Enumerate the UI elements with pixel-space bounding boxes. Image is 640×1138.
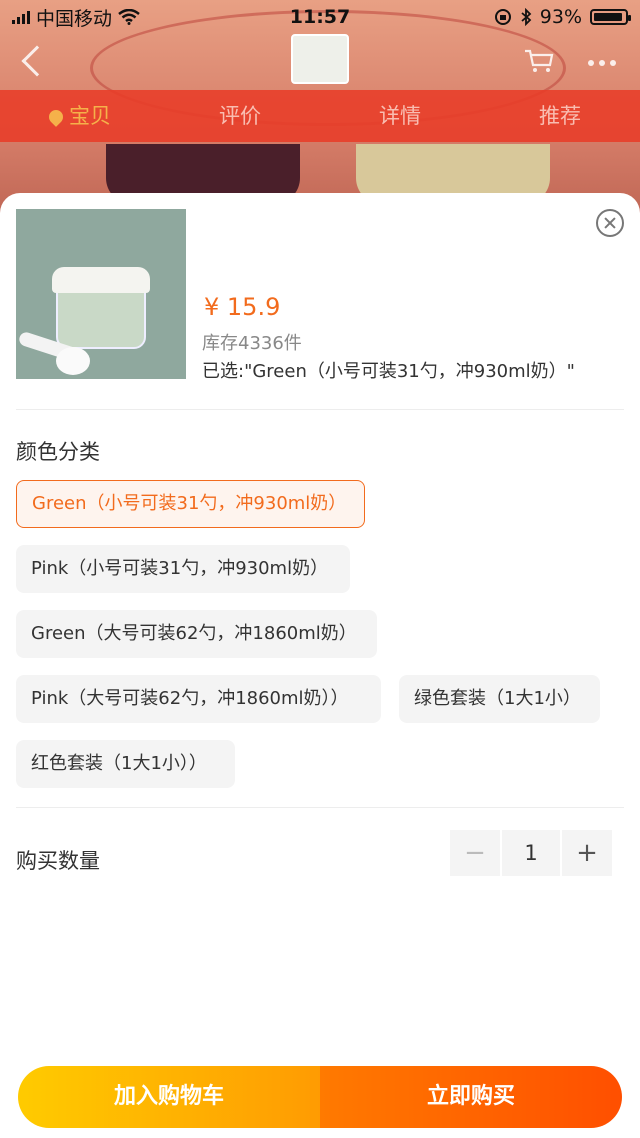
action-buttons: 加入购物车 立即购买	[18, 1066, 622, 1128]
option-pink-small[interactable]: Pink（小号可装31勺，冲930ml奶）	[16, 545, 350, 593]
nav-bar	[0, 34, 640, 90]
decrease-button[interactable]: −	[450, 830, 500, 876]
status-bar: 中国移动 11:57 93%	[0, 0, 640, 34]
battery-icon	[590, 9, 631, 25]
option-green-set[interactable]: 绿色套装（1大1小）	[399, 675, 600, 723]
increase-button[interactable]: +	[562, 830, 612, 876]
product-thumbnail	[291, 34, 349, 84]
stock-count: 库存4336件	[202, 333, 302, 354]
container-lid	[52, 267, 150, 293]
add-to-cart-button[interactable]: 加入购物车	[18, 1066, 320, 1128]
color-section-title: 颜色分类	[16, 440, 100, 464]
tab-item[interactable]: 宝贝	[0, 90, 160, 142]
clock: 11:57	[289, 6, 351, 28]
close-icon[interactable]	[596, 209, 624, 237]
selected-variant: 已选:"Green（小号可装31勺，冲930ml奶）"	[202, 361, 575, 382]
quantity-label: 购买数量	[16, 849, 100, 873]
buy-now-button[interactable]: 立即购买	[320, 1066, 622, 1128]
tab-details[interactable]: 详情	[320, 90, 480, 142]
quantity-value[interactable]: 1	[502, 830, 560, 876]
back-icon[interactable]	[21, 45, 53, 77]
tab-label: 宝贝	[69, 104, 111, 128]
quantity-stepper: − 1 +	[450, 830, 614, 876]
product-price: ¥ 15.9	[204, 293, 281, 321]
cart-icon[interactable]	[524, 48, 554, 74]
tab-bar: 宝贝 评价 详情 推荐	[0, 90, 640, 142]
option-green-small[interactable]: Green（小号可装31勺，冲930ml奶）	[16, 480, 365, 528]
option-pink-large[interactable]: Pink（大号可装62勺，冲1860ml奶））	[16, 675, 381, 723]
product-image	[16, 209, 186, 379]
option-green-large[interactable]: Green（大号可装62勺，冲1860ml奶）	[16, 610, 377, 658]
spoon-bowl	[56, 347, 90, 375]
more-icon[interactable]	[588, 60, 616, 66]
divider	[16, 807, 624, 808]
divider	[16, 409, 624, 410]
location-pin-icon	[46, 107, 66, 127]
tab-recommend[interactable]: 推荐	[480, 90, 640, 142]
sku-sheet: ¥ 15.9 库存4336件 已选:"Green（小号可装31勺，冲930ml奶…	[0, 193, 640, 1138]
option-red-set[interactable]: 红色套装（1大1小））	[16, 740, 235, 788]
tab-reviews[interactable]: 评价	[160, 90, 320, 142]
